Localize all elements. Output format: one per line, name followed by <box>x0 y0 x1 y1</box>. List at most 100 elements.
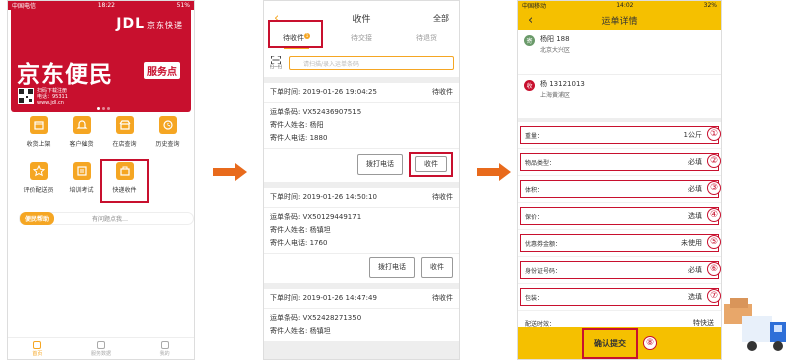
order-card[interactable]: 下单时间: 2019-01-26 19:04:25 待收件 运单条码: VX524… <box>264 83 459 182</box>
status-bar <box>264 1 459 10</box>
grid-label: 培训考试 <box>69 187 94 194</box>
sender-block: 寄 杨阳 188 北京大兴区 <box>518 30 721 74</box>
tab-service-data[interactable]: 服务数据 <box>90 340 111 357</box>
scan-button[interactable]: 扫一扫 <box>269 56 283 70</box>
step-number: ① <box>707 127 721 141</box>
tab-label: 我的 <box>159 350 170 357</box>
tab-label: 待交接 <box>351 34 372 42</box>
star-icon <box>29 162 48 180</box>
brand-text: JDL <box>116 16 145 32</box>
step-number: ⑥ <box>707 262 721 276</box>
step-number: ⑧ <box>643 336 657 350</box>
receiver-name: 杨 13121013 <box>540 80 585 88</box>
grid-item-express-receive[interactable]: 快递收件 <box>100 159 149 203</box>
sender-name: 寄件人姓名: 杨镇坦 <box>270 226 331 234</box>
order-card[interactable]: 下单时间: 2019-01-26 14:47:49 待收件 运单条码: VX524… <box>264 289 459 341</box>
highlight-box: 收件 <box>409 152 453 177</box>
bell-icon <box>72 116 91 134</box>
sender-phone: 寄件人电话: 1760 <box>270 239 328 247</box>
tab-label: 首页 <box>32 350 43 357</box>
arrow-right-icon <box>477 163 511 181</box>
chart-icon <box>96 340 105 349</box>
highlight-box <box>520 288 719 306</box>
search-row: 扫一扫 请扫描/录入运单条码 <box>264 49 459 77</box>
waybill-detail-screen: 中国移动 14:02 32% ‹ 运单详情 寄 杨阳 188 北京大兴区 收 杨… <box>517 0 722 360</box>
order-time: 下单时间: 2019-01-26 14:50:10 <box>270 193 377 201</box>
arrow-right-icon <box>213 163 247 181</box>
sender-address: 北京大兴区 <box>540 47 571 54</box>
grid-label: 收货上架 <box>26 141 51 148</box>
volume-field[interactable]: 体积： 必填 ③ <box>518 176 721 203</box>
order-status: 待收件 <box>432 88 453 96</box>
weight-field[interactable]: 重量： 1公斤 ① <box>518 122 721 149</box>
all-filter[interactable]: 全部 <box>433 13 449 24</box>
order-code: 运单条码: VX50129449171 <box>270 213 362 221</box>
highlight-box <box>520 153 719 171</box>
order-card[interactable]: 下单时间: 2019-01-26 14:50:10 待收件 运单条码: VX501… <box>264 188 459 283</box>
tab-home[interactable]: 首页 <box>32 340 43 357</box>
user-icon <box>160 340 169 349</box>
tab-label: 服务数据 <box>90 350 111 357</box>
grid-label: 快递收件 <box>112 187 137 194</box>
order-code: 运单条码: VX52436907515 <box>270 108 362 116</box>
function-grid: 收货上架 客户催货 在店查询 历史查询 评价配送员 培训考试 快递收件 <box>17 116 189 203</box>
status-bar: 中国电信 18:22 51% <box>8 1 194 10</box>
call-button[interactable]: 拨打电话 <box>369 257 415 278</box>
grid-label: 客户催货 <box>69 141 94 148</box>
page-title: 运单详情 <box>601 16 638 27</box>
scan-label: 扫一扫 <box>270 64 282 69</box>
grid-item-training-exam[interactable]: 培训考试 <box>60 162 103 200</box>
coupon-field[interactable]: 优惠券金额： 未使用 ⑤ <box>518 230 721 257</box>
grid-item-in-store-query[interactable]: 在店查询 <box>103 116 146 154</box>
tab-mine[interactable]: 我的 <box>159 340 170 357</box>
waybill-search-input[interactable]: 请扫描/录入运单条码 <box>289 56 454 70</box>
confirm-submit-button[interactable]: 确认提交 <box>582 327 638 359</box>
qr-info: 扫码下载注册 电话：95311 www.jdl.cn <box>37 88 68 106</box>
receive-list-screen: ‹ 收件 全部 待收件 1 待交接 待退货 扫一扫 请扫描/录入运单条码 下单时间… <box>263 0 460 360</box>
banner-badge: 服务点 <box>144 62 180 79</box>
grid-item-rate-courier[interactable]: 评价配送员 <box>17 162 60 200</box>
order-time: 下单时间: 2019-01-26 14:47:49 <box>270 294 377 302</box>
status-bar: 中国移动 14:02 32% <box>518 1 721 10</box>
back-icon[interactable]: ‹ <box>528 13 533 28</box>
order-status: 待收件 <box>432 193 453 201</box>
help-bar[interactable]: 便民帮助 有问题点我… <box>19 212 194 225</box>
sender-name: 寄件人姓名: 杨阳 <box>270 121 324 129</box>
grid-item-receive-shelve[interactable]: 收货上架 <box>17 116 60 154</box>
tab-pending-handover[interactable]: 待交接 <box>329 33 394 43</box>
home-screen: 中国电信 18:22 51% JDL 京东快递 京东便民 服务点 扫码下载注册 电… <box>7 0 195 360</box>
carrier: 中国电信 <box>12 3 37 10</box>
sender-name: 杨阳 188 <box>540 35 570 43</box>
battery: 32% <box>703 2 717 9</box>
highlight-box <box>520 261 719 279</box>
clock: 18:22 <box>97 2 115 9</box>
grid-item-history-query[interactable]: 历史查询 <box>146 116 189 154</box>
tab-pending-return[interactable]: 待退货 <box>394 33 459 43</box>
order-status: 待收件 <box>432 294 453 302</box>
grid-label: 历史查询 <box>155 141 180 148</box>
receive-button[interactable]: 收件 <box>415 156 447 172</box>
id-number-field[interactable]: 身份证号码： 必填 ⑥ <box>518 257 721 284</box>
insurance-field[interactable]: 保价： 选填 ④ <box>518 203 721 230</box>
battery: 51% <box>176 2 190 9</box>
order-time: 下单时间: 2019-01-26 19:04:25 <box>270 88 377 96</box>
tab-label: 待退货 <box>416 34 437 42</box>
call-button[interactable]: 拨打电话 <box>357 154 403 175</box>
grid-label: 在店查询 <box>112 141 137 148</box>
banner[interactable]: JDL 京东快递 京东便民 服务点 扫码下载注册 电话：95311 www.jdl… <box>11 10 191 112</box>
sender-phone: 寄件人电话: 1880 <box>270 134 328 142</box>
item-type-field[interactable]: 物品类型： 必填 ② <box>518 149 721 176</box>
qr-code-icon <box>18 88 34 104</box>
grid-label: 评价配送员 <box>23 187 54 194</box>
nav-bar: ‹ 运单详情 <box>518 10 721 30</box>
highlight-box <box>268 20 323 48</box>
help-question[interactable]: 有问题点我… <box>92 214 128 223</box>
highlight-box <box>520 207 719 225</box>
brand-logo: JDL 京东快递 <box>116 16 183 32</box>
step-number: ② <box>707 154 721 168</box>
grid-item-customer-urge[interactable]: 客户催货 <box>60 116 103 154</box>
receive-button[interactable]: 收件 <box>421 257 453 278</box>
step-number: ⑤ <box>707 235 721 249</box>
home-icon <box>33 340 42 349</box>
packaging-field[interactable]: 包装： 选填 ⑦ <box>518 284 721 311</box>
